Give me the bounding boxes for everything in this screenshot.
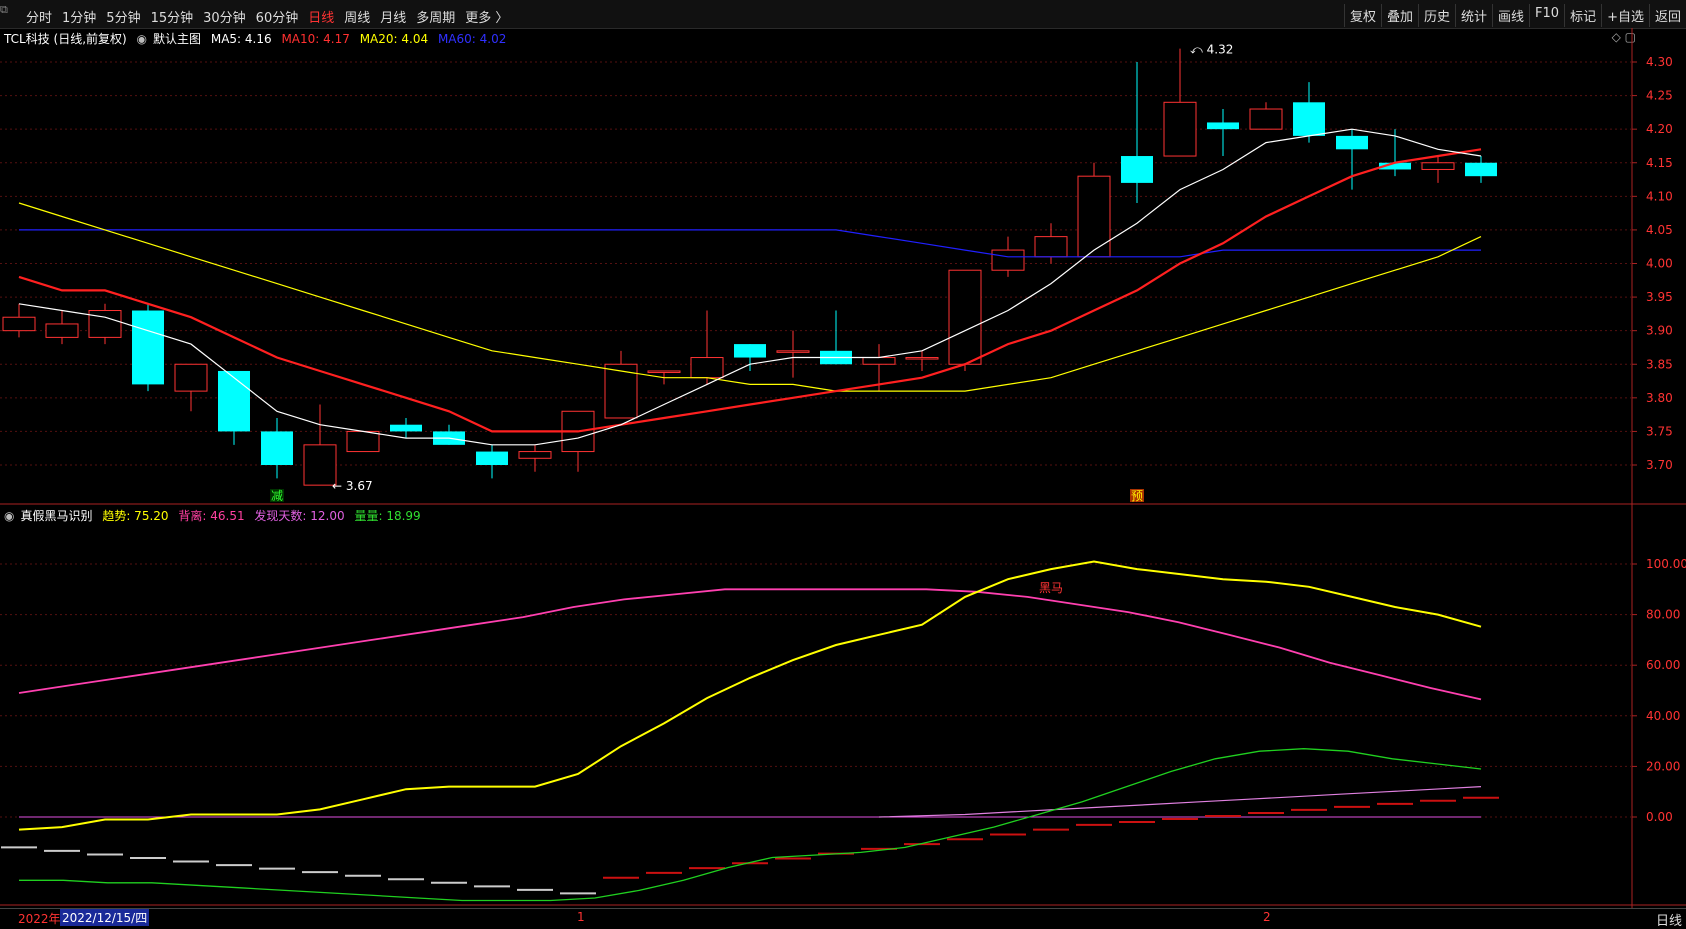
days-line <box>878 786 1482 818</box>
candle-down <box>1121 156 1153 183</box>
tool-button[interactable]: 复权 <box>1343 4 1381 27</box>
tool-button[interactable]: +自选 <box>1601 4 1649 27</box>
trend-line <box>18 560 1482 831</box>
deviation-line <box>18 588 1482 701</box>
chart-canvas[interactable]: 4.30 4.25 4.20 4.15 4.10 4.05 4.00 3.95 3.90 3.85… <box>0 28 1686 908</box>
candle-up <box>690 357 724 379</box>
sub-tick-label: 40.00 <box>1646 709 1680 723</box>
candle-down <box>1293 102 1325 136</box>
candle-up <box>776 350 810 353</box>
ma60-line <box>19 229 1481 258</box>
x-axis-year: 2022年 <box>18 912 61 926</box>
price-tick-label: 3.80 <box>1646 391 1673 405</box>
candle-up <box>518 451 552 459</box>
tab-more[interactable]: 更多 〉 <box>465 7 508 26</box>
tab-period-active[interactable]: 日线 <box>308 7 334 26</box>
window-restore-icon[interactable]: ⧉ <box>0 3 16 16</box>
price-tick-label: 3.85 <box>1646 357 1673 371</box>
candle-down <box>734 344 766 358</box>
sub-tick-label: 80.00 <box>1646 608 1680 622</box>
candle-down <box>218 370 250 432</box>
high-price-label: ⤺ 4.32 <box>1190 43 1233 57</box>
price-tick-label: 4.15 <box>1646 156 1673 170</box>
candle-down <box>261 431 293 465</box>
tab-period[interactable]: 多周期 <box>416 7 455 26</box>
candle-up <box>2 316 36 332</box>
candle-down <box>390 424 422 432</box>
signal-yu: 预 <box>1131 489 1143 503</box>
candle-down <box>1336 135 1368 150</box>
tool-button[interactable]: 标记 <box>1564 4 1601 27</box>
candle-up <box>991 249 1025 271</box>
candle-up <box>1077 175 1111 258</box>
candle-down <box>1465 162 1497 177</box>
candle-down <box>1207 122 1239 130</box>
tab-period[interactable]: 60分钟 <box>256 7 299 26</box>
price-tick-label: 3.95 <box>1646 290 1673 304</box>
candle-up <box>647 370 681 373</box>
price-tick-label: 4.00 <box>1646 257 1673 271</box>
tool-button[interactable]: 叠加 <box>1380 4 1418 27</box>
candle-up <box>905 357 939 360</box>
price-tick-label: 4.20 <box>1646 122 1673 136</box>
sub-tick-label: 60.00 <box>1646 658 1680 672</box>
heima-label: 黑马 <box>1039 581 1063 595</box>
candle-down <box>132 310 164 385</box>
x-axis-month-2: 2 <box>1263 910 1271 924</box>
x-axis-month-1: 1 <box>577 910 585 924</box>
price-tick-label: 4.25 <box>1646 89 1673 103</box>
sub-tick-label: 20.00 <box>1646 759 1680 773</box>
tool-button[interactable]: 统计 <box>1455 4 1492 27</box>
sub-tick-label: 0.00 <box>1646 810 1673 824</box>
price-tick-label: 3.90 <box>1646 324 1673 338</box>
tab-period[interactable]: 5分钟 <box>106 7 140 26</box>
candle-up <box>862 357 896 365</box>
candle-up <box>1249 108 1283 130</box>
period-tabs: 分时 1分钟 5分钟 15分钟 30分钟 60分钟 日线 周线 月线 多周期 更… <box>26 7 518 26</box>
candle-up <box>346 430 380 453</box>
tab-period[interactable]: 1分钟 <box>62 7 96 26</box>
candle-up <box>88 310 122 338</box>
price-tick-label: 3.70 <box>1646 458 1673 472</box>
timeframe-label[interactable]: 日线 <box>1656 910 1682 929</box>
x-axis-bar <box>0 908 1686 929</box>
candle-up <box>45 323 79 338</box>
tool-button[interactable]: 画线 <box>1492 4 1529 27</box>
tool-button[interactable]: 历史 <box>1417 4 1455 27</box>
tab-period[interactable]: 分时 <box>26 7 52 26</box>
candle-down <box>476 451 508 465</box>
right-tools: 复权 叠加 历史 统计 画线 F10 标记 +自选 返回 <box>1343 4 1686 27</box>
candle-up <box>1163 101 1197 157</box>
signal-jian: 减 <box>271 489 283 503</box>
candle-up <box>174 363 208 392</box>
tab-period[interactable]: 月线 <box>380 7 406 26</box>
x-axis-cursor-date: 2022/12/15/四 <box>60 909 150 926</box>
price-tick-label: 4.10 <box>1646 189 1673 203</box>
volume-line <box>19 748 1482 902</box>
price-tick-label: 4.05 <box>1646 223 1673 237</box>
tool-button[interactable]: 返回 <box>1648 4 1686 27</box>
candle-up <box>1034 236 1068 258</box>
low-price-label: ← 3.67 <box>332 479 373 493</box>
price-tick-label: 4.30 <box>1646 55 1673 69</box>
candle-up <box>948 269 982 365</box>
tab-period[interactable]: 15分钟 <box>151 7 194 26</box>
tab-period[interactable]: 30分钟 <box>203 7 246 26</box>
tab-period[interactable]: 周线 <box>344 7 370 26</box>
candle-up <box>1421 162 1455 170</box>
top-toolbar: ⧉ 分时 1分钟 5分钟 15分钟 30分钟 60分钟 日线 周线 月线 多周期… <box>0 0 1686 29</box>
sub-tick-label: 100.00 <box>1646 557 1686 571</box>
price-tick-label: 3.75 <box>1646 424 1673 438</box>
tool-button[interactable]: F10 <box>1529 4 1564 27</box>
